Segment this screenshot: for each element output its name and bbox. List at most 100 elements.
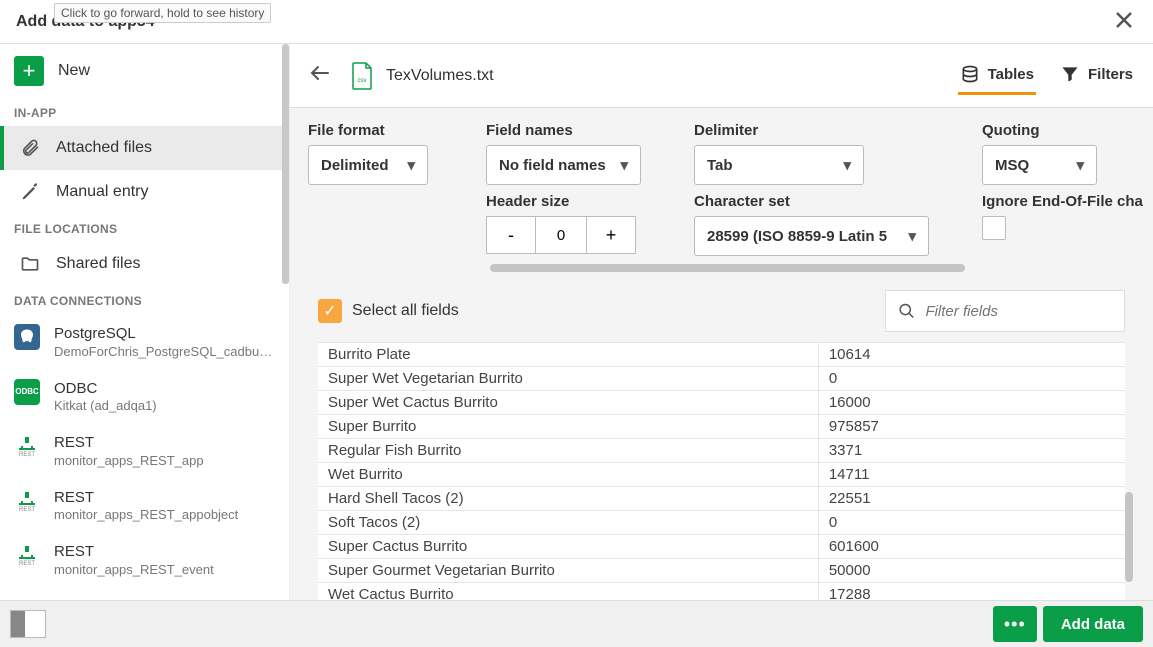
vertical-scrollbar[interactable] xyxy=(1125,492,1133,582)
cell-value: 975857 xyxy=(818,415,1125,439)
sidebar-item-attached-files[interactable]: Attached files xyxy=(0,126,289,170)
file-name: TexVolumes.txt xyxy=(386,67,958,85)
svg-text:csv: csv xyxy=(358,78,367,84)
new-label: New xyxy=(58,62,90,80)
quoting-select[interactable]: MSQ ▾ xyxy=(982,145,1097,185)
more-options-button[interactable]: ••• xyxy=(993,606,1037,642)
forward-tooltip: Click to go forward, hold to see history xyxy=(54,3,271,23)
stepper-value[interactable] xyxy=(536,216,586,254)
connection-title: REST xyxy=(54,542,214,562)
cell-name: Soft Tacos (2) xyxy=(318,511,818,535)
table-row[interactable]: Wet Burrito14711 xyxy=(318,463,1125,487)
header-size-label: Header size xyxy=(486,193,686,210)
close-button[interactable] xyxy=(1107,5,1141,39)
delimiter-select[interactable]: Tab ▾ xyxy=(694,145,864,185)
sidebar-scrollbar[interactable] xyxy=(282,44,289,284)
connection-title: REST xyxy=(54,488,238,508)
sidebar-item-manual-entry[interactable]: Manual entry xyxy=(0,170,289,214)
cell-name: Burrito Plate xyxy=(318,343,818,367)
cell-name: Super Wet Cactus Burrito xyxy=(318,391,818,415)
header-size-stepper[interactable]: - + xyxy=(486,216,686,254)
filter-input[interactable] xyxy=(925,303,1112,320)
folder-icon xyxy=(18,254,42,274)
cell-name: Super Burrito xyxy=(318,415,818,439)
table-row[interactable]: Soft Tacos (2)0 xyxy=(318,511,1125,535)
cell-value: 22551 xyxy=(818,487,1125,511)
table-row[interactable]: Super Burrito975857 xyxy=(318,415,1125,439)
file-format-select[interactable]: Delimited ▾ xyxy=(308,145,428,185)
table-row[interactable]: Hard Shell Tacos (2)22551 xyxy=(318,487,1125,511)
cell-name: Wet Burrito xyxy=(318,463,818,487)
connection-subtitle: monitor_apps_REST_appobject xyxy=(54,507,238,522)
select-all-label: Select all fields xyxy=(352,302,459,320)
data-table: Burrito Plate10614Super Wet Vegetarian B… xyxy=(318,342,1125,600)
charset-select[interactable]: 28599 (ISO 8859-9 Latin 5 ▾ xyxy=(694,216,929,256)
connection-subtitle: monitor_apps_REST_event xyxy=(54,562,214,577)
table-row[interactable]: Super Cactus Burrito601600 xyxy=(318,535,1125,559)
quoting-label: Quoting xyxy=(982,122,1152,139)
table-row[interactable]: Super Gourmet Vegetarian Burrito50000 xyxy=(318,559,1125,583)
stepper-plus[interactable]: + xyxy=(586,216,636,254)
charset-label: Character set xyxy=(694,193,974,210)
pencil-icon xyxy=(18,182,42,202)
connection-title: PostgreSQL xyxy=(54,324,275,344)
back-button[interactable] xyxy=(308,61,332,91)
cell-value: 0 xyxy=(818,367,1125,391)
main-panel: csv TexVolumes.txt Tables Filters xyxy=(290,44,1153,600)
connection-subtitle: DemoForChris_PostgreSQL_cadbury.... xyxy=(54,344,275,359)
svg-text:REST: REST xyxy=(19,507,35,513)
cell-name: Super Cactus Burrito xyxy=(318,535,818,559)
table-row[interactable]: Super Wet Cactus Burrito16000 xyxy=(318,391,1125,415)
tab-label: Filters xyxy=(1088,66,1133,83)
rest-icon: REST xyxy=(14,488,40,514)
connection-title: ODBC xyxy=(54,379,157,399)
section-file-locations: FILE LOCATIONS xyxy=(0,214,289,242)
connection-title: REST xyxy=(54,433,204,453)
dialog-footer: ••• Add data xyxy=(0,600,1153,647)
cell-name: Hard Shell Tacos (2) xyxy=(318,487,818,511)
ignore-eof-checkbox[interactable] xyxy=(982,216,1006,240)
chevron-down-icon: ▾ xyxy=(843,156,851,174)
select-all-fields[interactable]: ✓ Select all fields xyxy=(318,299,459,323)
sidebar-item-shared-files[interactable]: Shared files xyxy=(0,242,289,286)
add-data-button[interactable]: Add data xyxy=(1043,606,1143,642)
stepper-minus[interactable]: - xyxy=(486,216,536,254)
section-inapp: IN-APP xyxy=(0,98,289,126)
svg-text:REST: REST xyxy=(19,452,35,458)
connection-rest-3[interactable]: REST REST monitor_apps_REST_event xyxy=(0,532,289,587)
filter-fields-input[interactable] xyxy=(885,290,1125,332)
table-row[interactable]: Regular Fish Burrito3371 xyxy=(318,439,1125,463)
rest-icon: REST xyxy=(14,433,40,459)
new-button[interactable]: + New xyxy=(0,44,289,98)
data-preview: Burrito Plate10614Super Wet Vegetarian B… xyxy=(290,342,1153,600)
chevron-down-icon: ▾ xyxy=(620,156,628,174)
cell-value: 16000 xyxy=(818,391,1125,415)
rest-icon: REST xyxy=(14,542,40,568)
cell-name: Regular Fish Burrito xyxy=(318,439,818,463)
connection-subtitle: Kitkat (ad_adqa1) xyxy=(54,398,157,413)
chevron-down-icon: ▾ xyxy=(908,227,916,245)
tab-tables[interactable]: Tables xyxy=(958,56,1036,95)
table-row[interactable]: Wet Cactus Burrito17288 xyxy=(318,583,1125,601)
fields-toolbar: ✓ Select all fields xyxy=(290,280,1153,342)
connection-subtitle: monitor_apps_REST_app xyxy=(54,453,204,468)
sidebar-item-label: Shared files xyxy=(56,255,141,273)
sidebar-item-label: Attached files xyxy=(56,139,152,157)
connection-rest-1[interactable]: REST REST monitor_apps_REST_app xyxy=(0,423,289,478)
table-row[interactable]: Burrito Plate10614 xyxy=(318,343,1125,367)
sidebar-item-label: Manual entry xyxy=(56,183,149,201)
checkbox-checked-icon: ✓ xyxy=(318,299,342,323)
field-names-select[interactable]: No field names ▾ xyxy=(486,145,641,185)
layout-toggle[interactable] xyxy=(10,610,46,638)
filter-icon xyxy=(1060,64,1080,84)
connection-postgresql[interactable]: PostgreSQL DemoForChris_PostgreSQL_cadbu… xyxy=(0,314,289,369)
connection-rest-2[interactable]: REST REST monitor_apps_REST_appobject xyxy=(0,478,289,533)
csv-file-icon: csv xyxy=(350,62,374,90)
tab-label: Tables xyxy=(988,66,1034,83)
horizontal-scrollbar[interactable] xyxy=(490,264,965,272)
search-icon xyxy=(898,301,915,321)
connection-odbc[interactable]: ODBC ODBC Kitkat (ad_adqa1) xyxy=(0,369,289,424)
tab-filters[interactable]: Filters xyxy=(1058,56,1135,95)
table-row[interactable]: Super Wet Vegetarian Burrito0 xyxy=(318,367,1125,391)
delimiter-label: Delimiter xyxy=(694,122,974,139)
